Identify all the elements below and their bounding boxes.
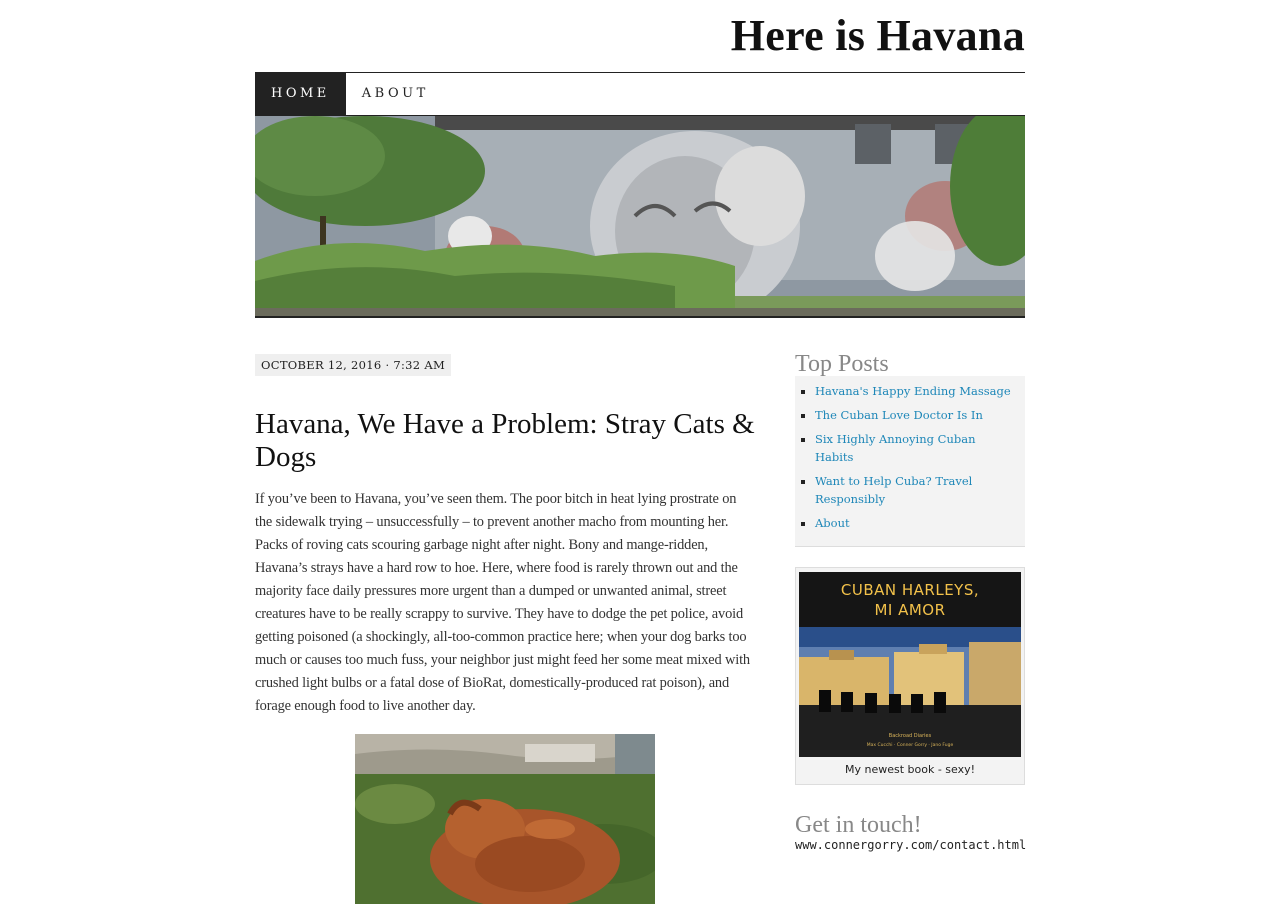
contact-url: www.connergorry.com/contact.html [795, 838, 1027, 852]
post-body: If you’ve been to Havana, you’ve seen th… [255, 491, 750, 714]
book-widget: CUBAN HARLEYS, MI AMOR Backroad Diaries … [795, 567, 1025, 785]
main-nav: Home About [255, 72, 1025, 115]
book-cover-authors: Max Cucchi · Conner Gorry · Jano Fuge [866, 743, 954, 748]
book-cover-subtitle: Backroad Diaries [888, 733, 932, 739]
top-post-link[interactable]: Havana's Happy Ending Massage [815, 384, 1011, 398]
top-posts-widget: Havana's Happy Ending Massage The Cuban … [795, 376, 1025, 547]
book-cover-title: CUBAN HARLEYS, MI AMOR [799, 580, 1021, 620]
main-content: OCTOBER 12, 2016 · 7:32 AM Havana, We Ha… [255, 354, 755, 904]
list-item: Havana's Happy Ending Massage [815, 382, 1015, 400]
post-date[interactable]: OCTOBER 12, 2016 · 7:32 AM [255, 354, 452, 376]
book-cover-title-line: MI AMOR [874, 601, 946, 619]
book-caption: My newest book - sexy! [844, 763, 976, 776]
list-item: About [815, 514, 1015, 532]
top-posts-title: Top Posts [795, 351, 889, 377]
top-post-link[interactable]: The Cuban Love Doctor Is In [815, 408, 983, 422]
top-posts-list: Havana's Happy Ending Massage The Cuban … [795, 382, 1015, 532]
list-item: The Cuban Love Doctor Is In [815, 406, 1015, 424]
list-item: Want to Help Cuba? Travel Responsibly [815, 472, 1015, 508]
list-item: Six Highly Annoying Cuban Habits [815, 430, 1015, 466]
sidebar: Top Posts Havana's Happy Ending Massage … [795, 350, 1027, 852]
nav-home[interactable]: Home [255, 73, 346, 115]
site-title[interactable]: Here is Havana [255, 0, 1025, 72]
top-post-link[interactable]: Six Highly Annoying Cuban Habits [815, 432, 975, 464]
contact-title: Get in touch! [795, 812, 922, 838]
post-title[interactable]: Havana, We Have a Problem: Stray Cats & … [255, 408, 755, 474]
book-cover-title-line: CUBAN HARLEYS, [840, 581, 980, 599]
post-image-dog[interactable] [355, 734, 655, 904]
header-banner-image [255, 115, 1025, 318]
book-cover-image[interactable]: CUBAN HARLEYS, MI AMOR Backroad Diaries … [799, 572, 1021, 757]
top-post-link[interactable]: About [815, 516, 850, 530]
top-post-link[interactable]: Want to Help Cuba? Travel Responsibly [815, 474, 972, 506]
nav-about[interactable]: About [346, 73, 445, 115]
